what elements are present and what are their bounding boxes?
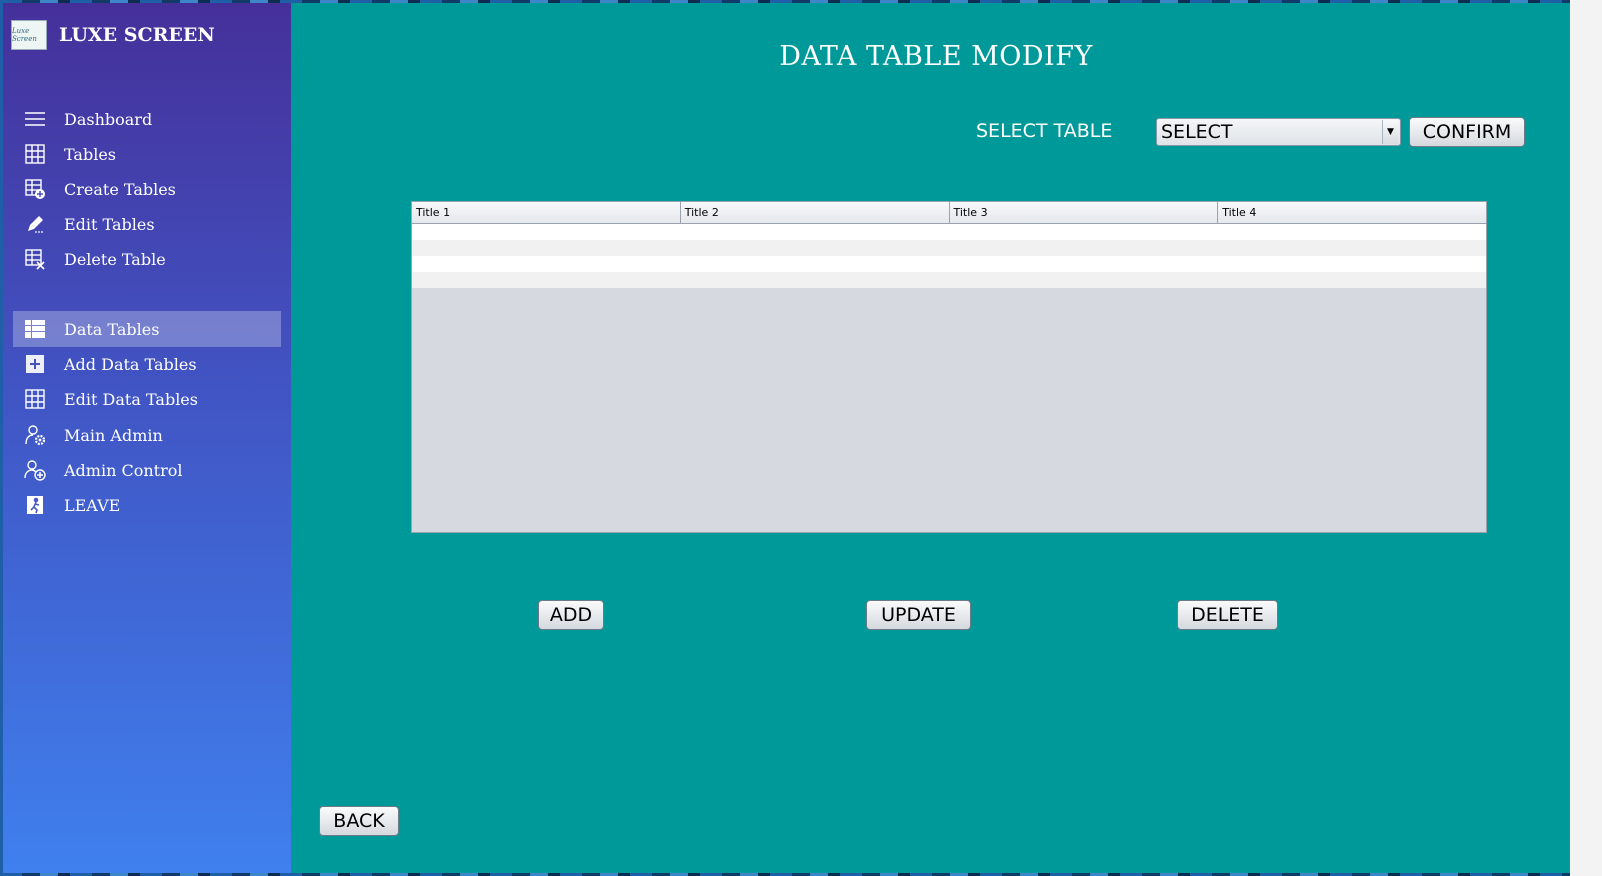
sidebar-item-label: Edit Tables bbox=[64, 214, 155, 234]
sidebar-item-leave[interactable]: LEAVE bbox=[13, 487, 281, 523]
sidebar-item-edit-data-tables[interactable]: Edit Data Tables bbox=[13, 381, 281, 417]
sidebar-item-label: Main Admin bbox=[64, 425, 163, 445]
plus-square-icon bbox=[23, 352, 47, 376]
brand-title: LUXE SCREEN bbox=[59, 24, 215, 46]
app-window: Luxe Screen LUXE SCREEN Dashboard Tables… bbox=[3, 3, 1570, 873]
table-row[interactable] bbox=[412, 272, 1486, 288]
add-button[interactable]: ADD bbox=[538, 600, 604, 630]
admin-gear-icon bbox=[23, 423, 47, 447]
sidebar-item-label: Tables bbox=[64, 144, 117, 164]
sidebar: Luxe Screen LUXE SCREEN Dashboard Tables… bbox=[3, 3, 291, 873]
app-logo: Luxe Screen bbox=[11, 20, 47, 50]
sidebar-item-label: Create Tables bbox=[64, 179, 176, 199]
table-select-dropdown[interactable]: SELECT ▼ bbox=[1156, 118, 1401, 146]
sidebar-item-data-tables[interactable]: Data Tables bbox=[13, 311, 281, 347]
sidebar-item-add-data-tables[interactable]: Add Data Tables bbox=[13, 346, 281, 382]
sidebar-item-main-admin[interactable]: Main Admin bbox=[13, 417, 281, 453]
desktop-edge bbox=[1570, 0, 1602, 876]
table-row[interactable] bbox=[412, 224, 1486, 240]
table-row[interactable] bbox=[412, 256, 1486, 272]
select-table-label: SELECT TABLE bbox=[976, 120, 1113, 142]
exit-icon bbox=[23, 493, 47, 517]
column-header-title-3[interactable]: Title 3 bbox=[950, 202, 1219, 223]
data-table[interactable]: Title 1 Title 2 Title 3 Title 4 bbox=[411, 201, 1487, 533]
sidebar-item-create-tables[interactable]: Create Tables bbox=[13, 171, 281, 207]
sidebar-item-label: Edit Data Tables bbox=[64, 389, 198, 409]
column-header-title-4[interactable]: Title 4 bbox=[1218, 202, 1486, 223]
sidebar-item-delete-table[interactable]: Delete Table bbox=[13, 241, 281, 277]
column-header-title-1[interactable]: Title 1 bbox=[412, 202, 681, 223]
sidebar-item-label: Admin Control bbox=[64, 460, 183, 480]
sidebar-item-label: Delete Table bbox=[64, 249, 166, 269]
table-header: Title 1 Title 2 Title 3 Title 4 bbox=[412, 202, 1486, 224]
sidebar-item-edit-tables[interactable]: Edit Tables bbox=[13, 206, 281, 242]
brand: Luxe Screen LUXE SCREEN bbox=[11, 13, 215, 57]
sidebar-item-label: Data Tables bbox=[64, 319, 160, 339]
table-select-value: SELECT bbox=[1161, 121, 1233, 143]
chevron-down-icon[interactable]: ▼ bbox=[1382, 120, 1398, 144]
sidebar-item-label: LEAVE bbox=[64, 495, 121, 515]
data-grid-icon bbox=[23, 317, 47, 341]
delete-button[interactable]: DELETE bbox=[1177, 600, 1278, 630]
sidebar-item-label: Dashboard bbox=[64, 109, 153, 129]
sidebar-item-admin-control[interactable]: Admin Control bbox=[13, 452, 281, 488]
confirm-button[interactable]: CONFIRM bbox=[1409, 117, 1525, 147]
update-button[interactable]: UPDATE bbox=[866, 600, 971, 630]
sidebar-item-tables[interactable]: Tables bbox=[13, 136, 281, 172]
sidebar-item-label: Add Data Tables bbox=[64, 354, 197, 374]
table-grid-icon bbox=[23, 387, 47, 411]
sidebar-item-dashboard[interactable]: Dashboard bbox=[13, 101, 281, 137]
column-header-title-2[interactable]: Title 2 bbox=[681, 202, 950, 223]
user-add-icon bbox=[23, 458, 47, 482]
page-title: DATA TABLE MODIFY bbox=[779, 41, 1093, 72]
pencil-icon bbox=[23, 212, 47, 236]
table-delete-icon bbox=[23, 247, 47, 271]
back-button[interactable]: BACK bbox=[319, 806, 399, 836]
table-grid-icon bbox=[23, 142, 47, 166]
menu-icon bbox=[23, 107, 47, 131]
table-row[interactable] bbox=[412, 240, 1486, 256]
table-add-icon bbox=[23, 177, 47, 201]
